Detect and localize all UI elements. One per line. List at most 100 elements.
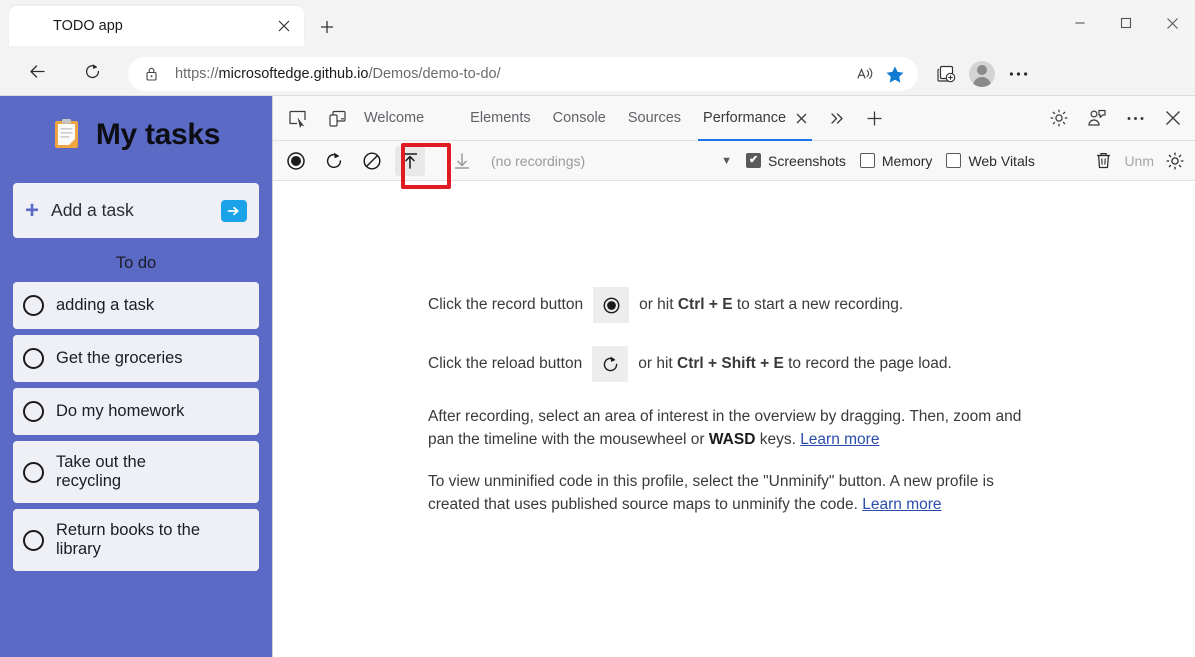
tab-close-icon[interactable] xyxy=(270,12,298,40)
page-viewport: My tasks + Add a task To do adding a tas… xyxy=(0,96,1195,657)
task-item[interactable]: Get the groceries xyxy=(13,335,259,382)
task-item[interactable]: Do my homework xyxy=(13,388,259,435)
hint-tail: to start a new recording. xyxy=(732,296,904,313)
tab-close-icon[interactable] xyxy=(796,113,807,124)
url-host: microsoftedge.github.io xyxy=(218,66,369,82)
checkbox-memory[interactable]: Memory xyxy=(859,153,932,169)
reload-record-icon[interactable] xyxy=(592,346,629,382)
task-label: Take out the recycling xyxy=(56,452,146,490)
settings-gear-icon[interactable] xyxy=(1043,102,1075,134)
browser-tab-todo-app[interactable]: clipboard-icon TODO app xyxy=(9,6,304,46)
trash-icon[interactable] xyxy=(1088,146,1118,176)
maximize-button[interactable] xyxy=(1103,0,1149,46)
device-emulation-icon[interactable] xyxy=(321,102,353,134)
read-aloud-icon[interactable] xyxy=(850,60,880,88)
tab-strip: clipboard-icon TODO app xyxy=(0,0,1195,46)
star-filled-icon[interactable] xyxy=(880,60,910,88)
hint-text-after: or hit Ctrl + Shift + E to record the pa… xyxy=(638,355,952,373)
chevron-down-icon[interactable]: ▼ xyxy=(721,155,732,167)
settings-and-more-icon[interactable] xyxy=(1000,57,1036,91)
feedback-icon[interactable] xyxy=(1081,102,1113,134)
learn-more-link[interactable]: Learn more xyxy=(800,431,879,448)
more-tabs-icon[interactable] xyxy=(822,102,852,134)
todo-app-sidebar: My tasks + Add a task To do adding a tas… xyxy=(0,96,272,657)
page-title: My tasks xyxy=(95,118,221,151)
hint-reload: Click the reload button or hit Ctrl + Sh… xyxy=(428,346,1195,382)
learn-more-link[interactable]: Learn more xyxy=(862,496,941,513)
checkbox-box xyxy=(859,153,875,168)
checkbox-box: ✔ xyxy=(746,153,762,168)
window-controls xyxy=(1057,0,1195,46)
task-checkbox-icon[interactable] xyxy=(23,295,44,316)
add-panel-icon[interactable] xyxy=(858,102,890,134)
submit-task-button[interactable] xyxy=(221,199,247,222)
url-path: /Demos/demo-to-do/ xyxy=(368,66,501,82)
task-checkbox-icon[interactable] xyxy=(23,401,44,422)
customize-more-icon[interactable] xyxy=(1119,102,1151,134)
hint-text-before: Click the record button xyxy=(428,296,584,313)
checkbox-web-vitals[interactable]: Web Vitals xyxy=(946,152,1035,169)
close-devtools-icon[interactable] xyxy=(1157,102,1189,134)
refresh-icon[interactable] xyxy=(75,54,109,88)
tab-label: Elements xyxy=(470,110,531,126)
add-task-input[interactable]: Add a task xyxy=(51,200,221,221)
add-task-input-row[interactable]: + Add a task xyxy=(13,183,259,238)
hint-shortcut: Ctrl + E xyxy=(677,296,733,313)
task-item[interactable]: Take out the recycling xyxy=(13,441,259,503)
hint-text-before: Click the reload button xyxy=(428,355,583,372)
collections-icon[interactable] xyxy=(928,57,964,91)
para1-bold: WASD xyxy=(708,431,756,449)
record-button[interactable] xyxy=(281,146,311,176)
tab-label: Sources xyxy=(627,110,682,126)
check-icon: ✔ xyxy=(748,154,759,166)
download-profile-button[interactable] xyxy=(447,146,477,176)
task-checkbox-icon[interactable] xyxy=(23,529,44,551)
devtools-tabbar: Welcome Elements Console Sources Perform… xyxy=(273,96,1195,141)
task-checkbox-icon[interactable] xyxy=(23,348,44,369)
performance-toolbar-right: Unm xyxy=(1088,146,1195,176)
profile-avatar-icon[interactable] xyxy=(964,57,1000,91)
tab-console[interactable]: Console xyxy=(542,96,617,141)
unminify-button[interactable]: Unm xyxy=(1124,153,1154,169)
browser-actions xyxy=(928,57,1036,91)
checkbox-screenshots[interactable]: ✔ Screenshots xyxy=(746,153,846,169)
checkbox-label: Web Vitals xyxy=(968,152,1035,169)
tab-welcome[interactable]: Welcome xyxy=(353,96,435,141)
tab-elements[interactable]: Elements xyxy=(459,96,541,141)
upload-profile-button[interactable] xyxy=(395,145,425,176)
minimize-button[interactable] xyxy=(1057,0,1103,46)
hint-or-hit: or hit xyxy=(639,296,678,313)
hint-tail: to record the page load. xyxy=(783,355,952,372)
reload-and-record-button[interactable] xyxy=(319,146,349,176)
inspect-element-icon[interactable] xyxy=(281,102,313,134)
address-bar[interactable]: https://microsoftedge.github.io/Demos/de… xyxy=(128,57,918,91)
tab-label: Performance xyxy=(703,110,787,126)
performance-toolbar: (no recordings) ▼ ✔ Screenshots Memory W… xyxy=(273,141,1195,189)
tab-label: Welcome xyxy=(364,110,425,126)
tab-performance[interactable]: Performance xyxy=(692,96,818,141)
url-text: https://microsoftedge.github.io/Demos/de… xyxy=(175,66,501,82)
todo-section-label: To do xyxy=(115,254,157,272)
clipboard-icon xyxy=(52,118,84,152)
checkbox-label: Screenshots xyxy=(768,152,846,169)
capture-settings-gear-icon[interactable] xyxy=(1160,146,1190,176)
tab-sources[interactable]: Sources xyxy=(617,96,692,141)
hint-shortcut: Ctrl + Shift + E xyxy=(677,355,784,372)
clear-recording-button[interactable] xyxy=(357,146,387,176)
hint-record: Click the record button or hit Ctrl + E … xyxy=(428,287,1195,323)
performance-empty-state: Click the record button or hit Ctrl + E … xyxy=(273,181,1195,655)
tab-label: Console xyxy=(552,110,606,126)
record-circle-icon[interactable] xyxy=(593,287,630,323)
close-window-button[interactable] xyxy=(1149,0,1195,46)
devtools-panel: Welcome Elements Console Sources Perform… xyxy=(272,96,1195,657)
tab-title: TODO app xyxy=(53,18,123,34)
new-tab-button[interactable] xyxy=(313,13,341,41)
task-item[interactable]: Return books to the library xyxy=(13,509,259,571)
task-checkbox-icon[interactable] xyxy=(23,461,44,483)
paragraph-unminify: To view unminified code in this profile,… xyxy=(428,470,1028,517)
lock-icon xyxy=(144,66,159,82)
back-arrow-icon[interactable] xyxy=(20,54,54,88)
task-item[interactable]: adding a task xyxy=(13,282,259,329)
devtools-tabbar-actions xyxy=(1037,102,1195,134)
checkbox-box xyxy=(946,153,962,168)
